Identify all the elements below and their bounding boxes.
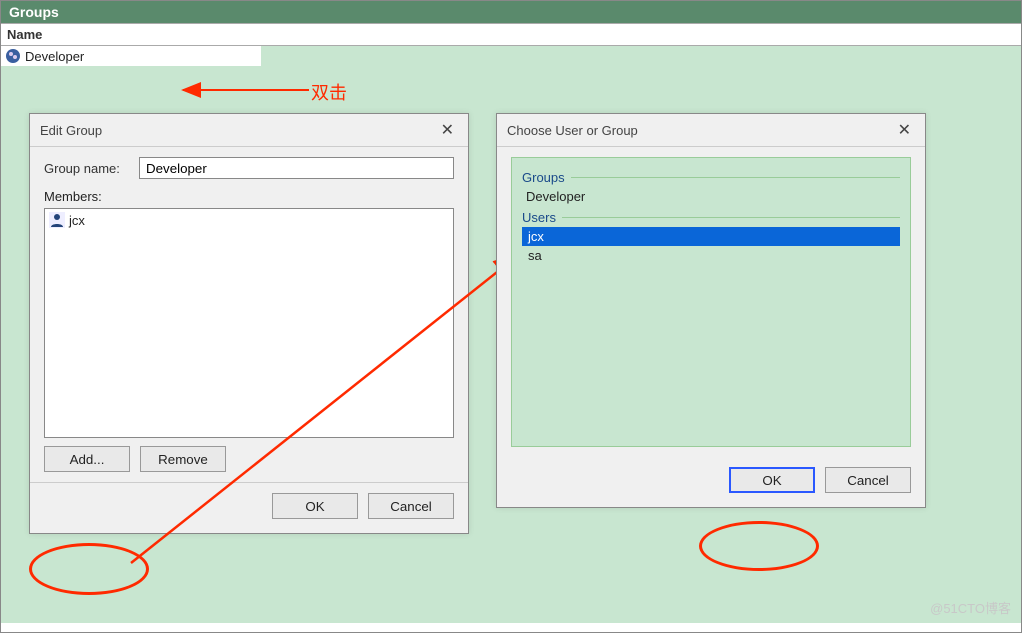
edit-ok-button[interactable]: OK: [272, 493, 358, 519]
app-window: Groups Name Developer 双击 Edit Group ✕ Gr…: [0, 0, 1022, 633]
remove-button[interactable]: Remove: [140, 446, 226, 472]
choose-cancel-button[interactable]: Cancel: [825, 467, 911, 493]
panel-title: Groups: [1, 1, 1021, 23]
members-label: Members:: [44, 189, 454, 204]
user-item-jcx[interactable]: jcx: [522, 227, 900, 246]
user-item-sa[interactable]: sa: [522, 246, 900, 265]
edit-dialog-titlebar[interactable]: Edit Group ✕: [30, 114, 468, 146]
members-listbox[interactable]: jcx: [44, 208, 454, 438]
choose-groupbox: Groups Developer Users jcx sa: [511, 157, 911, 447]
annotation-double-click: 双击: [311, 79, 347, 105]
edit-cancel-button[interactable]: Cancel: [368, 493, 454, 519]
groups-list-area: Name Developer 双击 Edit Group ✕ Group nam…: [1, 23, 1021, 623]
watermark: @51CTO博客: [930, 598, 1011, 617]
group-name-label: Group name:: [44, 161, 129, 176]
edit-dialog-title: Edit Group: [40, 123, 102, 138]
group-name-input[interactable]: [139, 157, 454, 179]
user-icon: [49, 212, 65, 228]
member-item[interactable]: jcx: [47, 211, 451, 229]
group-icon: [5, 48, 21, 64]
member-name: jcx: [69, 213, 85, 228]
group-row-developer[interactable]: Developer: [1, 46, 261, 66]
choose-dialog-title: Choose User or Group: [507, 123, 638, 138]
column-header-name[interactable]: Name: [1, 23, 1021, 46]
users-list: jcx sa: [522, 227, 900, 265]
highlight-oval-add: [29, 543, 149, 595]
add-button[interactable]: Add...: [44, 446, 130, 472]
edit-dialog-close-icon[interactable]: ✕: [437, 120, 458, 140]
arrow-to-row: [181, 81, 311, 99]
users-legend: Users: [522, 210, 900, 225]
choose-dialog-close-icon[interactable]: ✕: [894, 120, 915, 140]
groups-legend: Groups: [522, 170, 900, 185]
highlight-oval-ok: [699, 521, 819, 571]
group-row-label: Developer: [25, 49, 84, 64]
choose-dialog: Choose User or Group ✕ Groups Developer …: [496, 113, 926, 508]
group-entry[interactable]: Developer: [522, 187, 900, 206]
choose-ok-button[interactable]: OK: [729, 467, 815, 493]
choose-dialog-titlebar[interactable]: Choose User or Group ✕: [497, 114, 925, 146]
edit-group-dialog: Edit Group ✕ Group name: Members: jcx: [29, 113, 469, 534]
